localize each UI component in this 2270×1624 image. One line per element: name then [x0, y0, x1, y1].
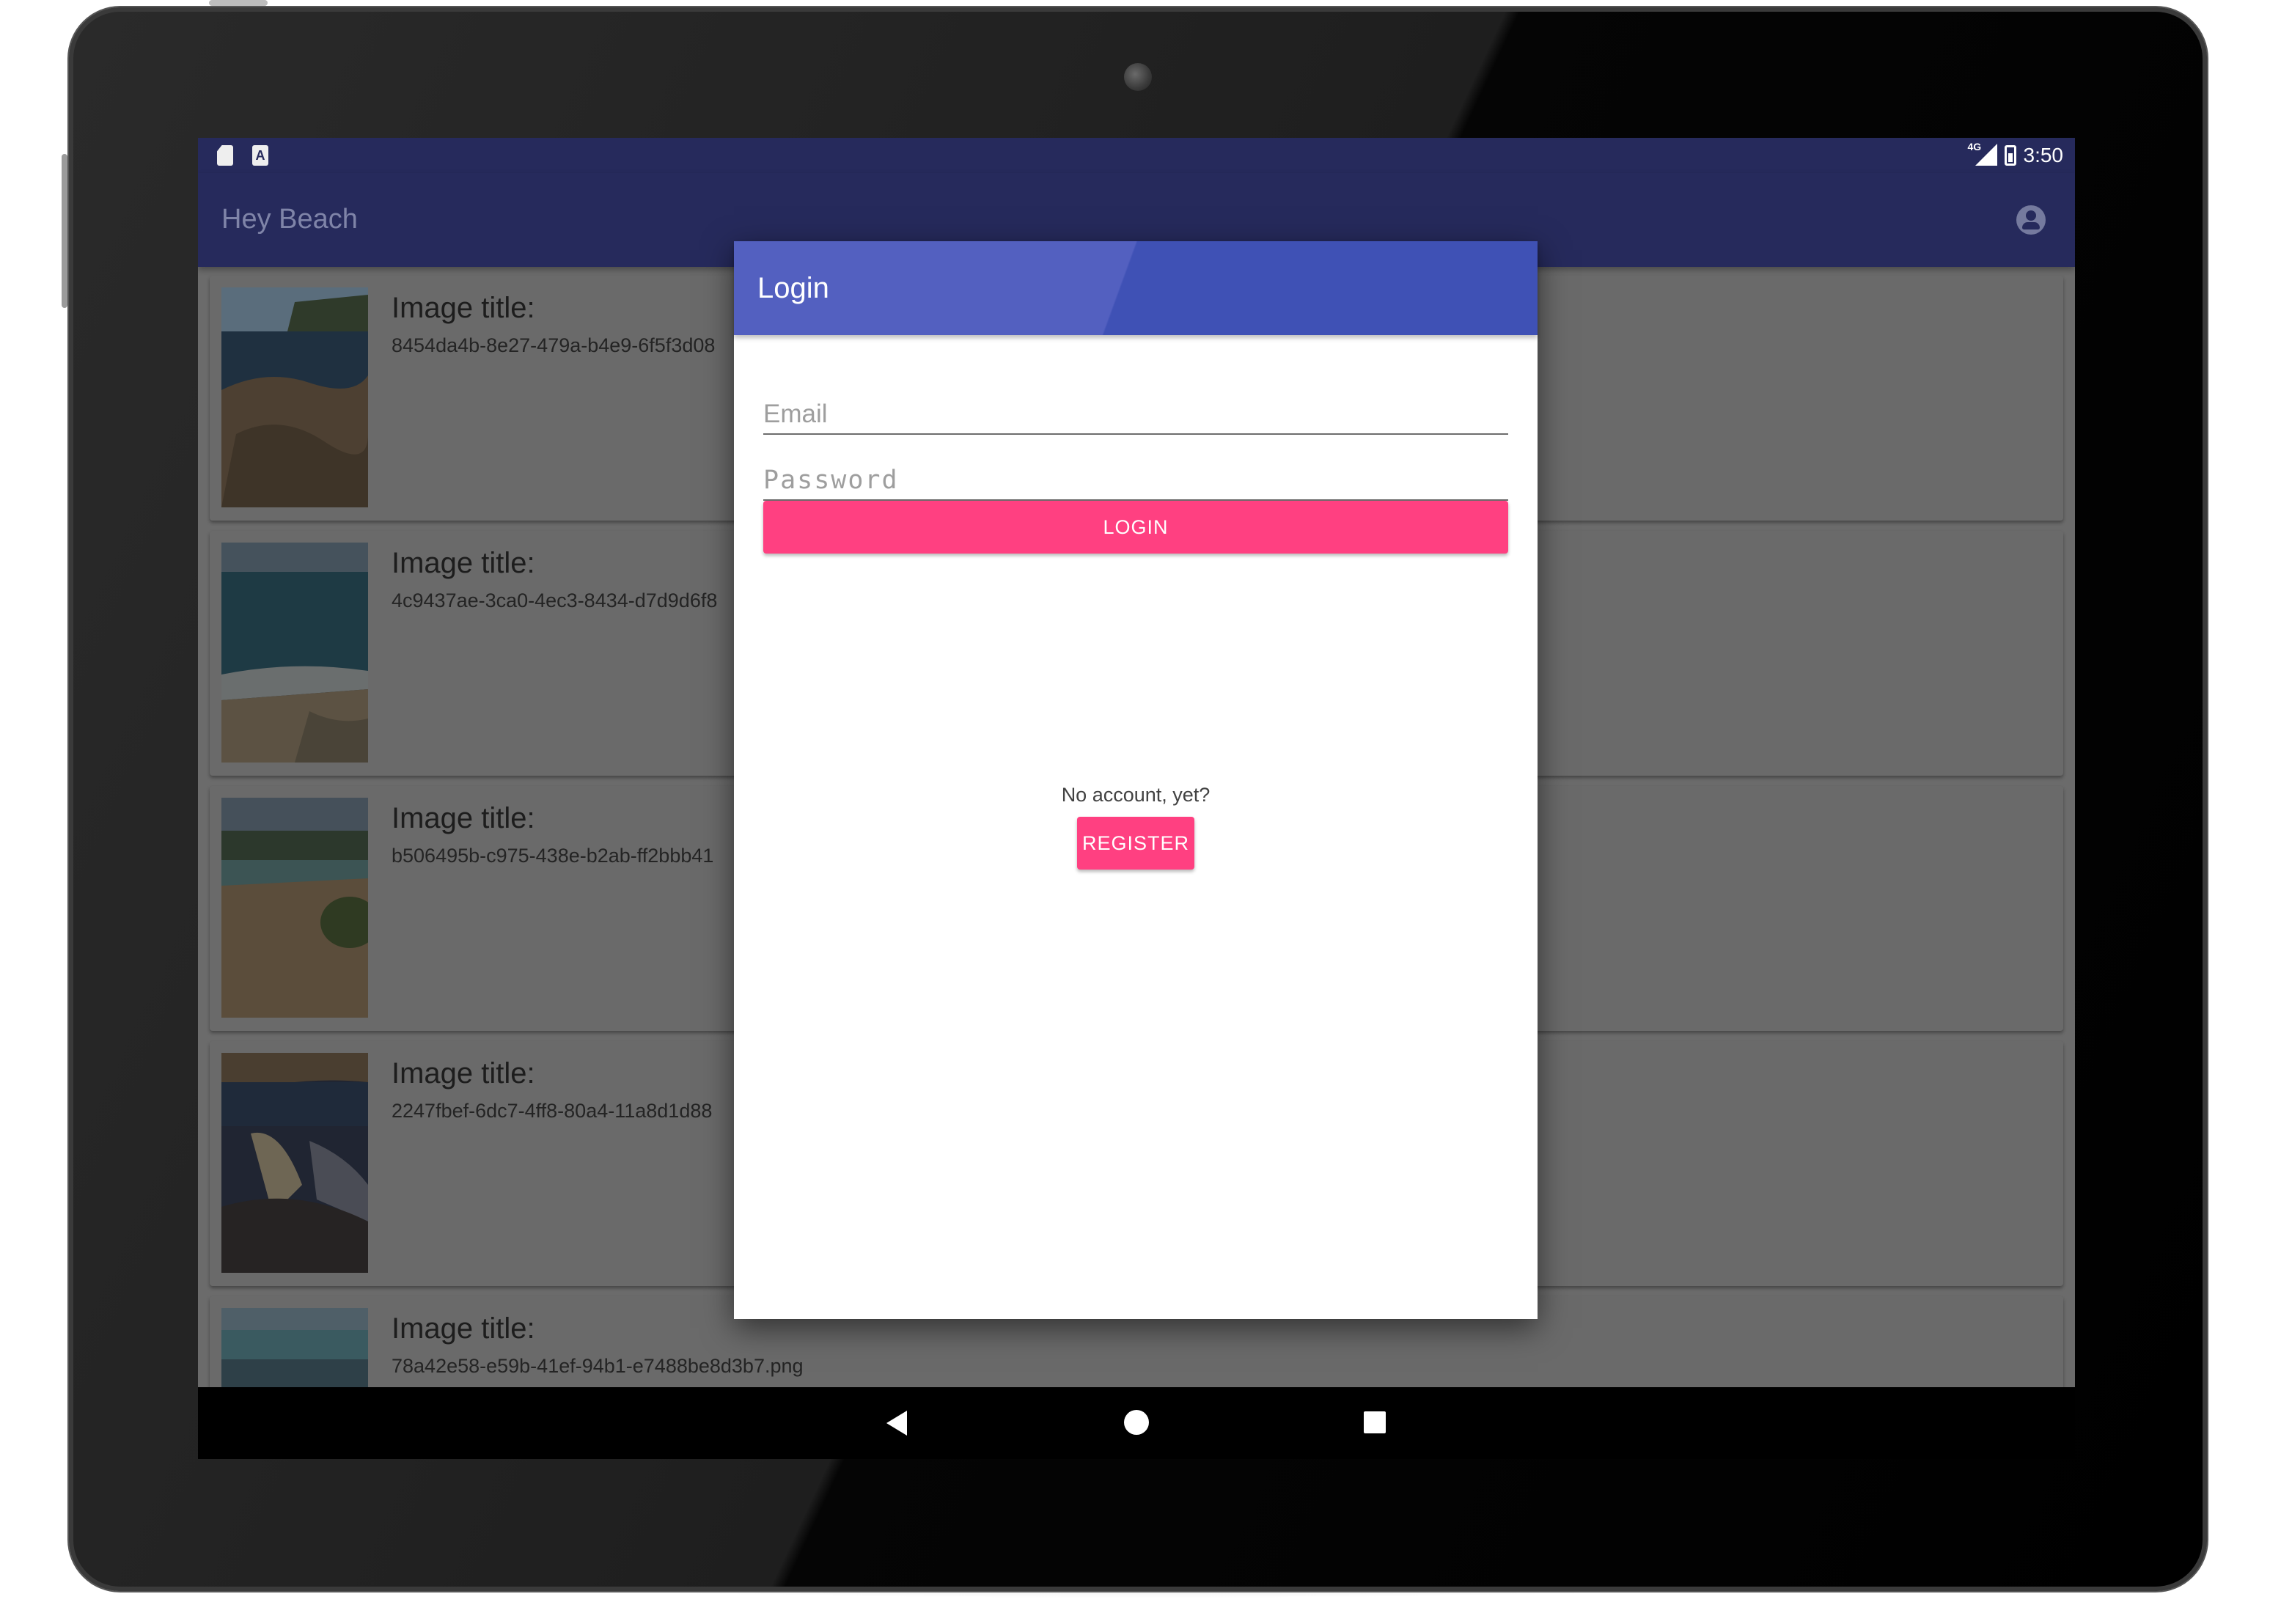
email-input[interactable]	[763, 400, 1508, 429]
password-input[interactable]	[763, 466, 1508, 495]
image-title-label: Image title:	[392, 1057, 535, 1090]
image-title-label: Image title:	[392, 1312, 535, 1345]
front-camera	[1124, 63, 1152, 91]
image-title-label: Image title:	[392, 547, 535, 579]
back-icon[interactable]	[886, 1411, 907, 1436]
image-filename: 78a42e58-e59b-41ef-94b1-e7488be8d3b7.png	[392, 1355, 804, 1377]
dialog-title: Login	[757, 272, 829, 304]
app-title: Hey Beach	[221, 204, 358, 235]
image-title-label: Image title:	[392, 292, 535, 324]
login-dialog: Login LOGIN No account, yet? REGISTER	[734, 241, 1538, 1319]
beach-thumbnail	[221, 1053, 368, 1273]
battery-icon	[2004, 145, 2016, 166]
text-icon: A	[252, 145, 268, 166]
image-filename: 2247fbef-6dc7-4ff8-80a4-11a8d1d88	[392, 1100, 713, 1122]
beach-thumbnail	[221, 287, 368, 507]
image-filename: 4c9437ae-3ca0-4ec3-8434-d7d9d6f8	[392, 589, 718, 611]
top-button	[209, 0, 268, 6]
signal-icon: 4G	[1968, 141, 1997, 167]
status-bar: A 4G 3:50	[198, 138, 2075, 173]
beach-thumbnail	[221, 798, 368, 1018]
navigation-bar	[198, 1387, 2075, 1459]
no-account-text: No account, yet?	[1061, 784, 1211, 806]
image-filename: 8454da4b-8e27-479a-b4e9-6f5f3d08	[392, 334, 716, 356]
beach-thumbnail	[221, 1308, 368, 1387]
status-time: 3:50	[2023, 144, 2064, 166]
login-button[interactable]: LOGIN	[763, 501, 1508, 554]
recent-apps-icon[interactable]	[1364, 1411, 1386, 1433]
image-title-label: Image title:	[392, 802, 535, 834]
image-filename: b506495b-c975-438e-b2ab-ff2bbb41	[392, 845, 714, 867]
side-button	[62, 154, 67, 308]
email-field[interactable]	[763, 375, 1508, 435]
beach-thumbnail	[221, 543, 368, 763]
password-field[interactable]	[763, 441, 1508, 501]
sd-card-icon	[217, 145, 233, 166]
dialog-header: Login	[734, 241, 1538, 335]
home-icon[interactable]	[1124, 1410, 1149, 1435]
register-button[interactable]: REGISTER	[1077, 817, 1194, 870]
account-circle-icon[interactable]	[2016, 205, 2046, 235]
